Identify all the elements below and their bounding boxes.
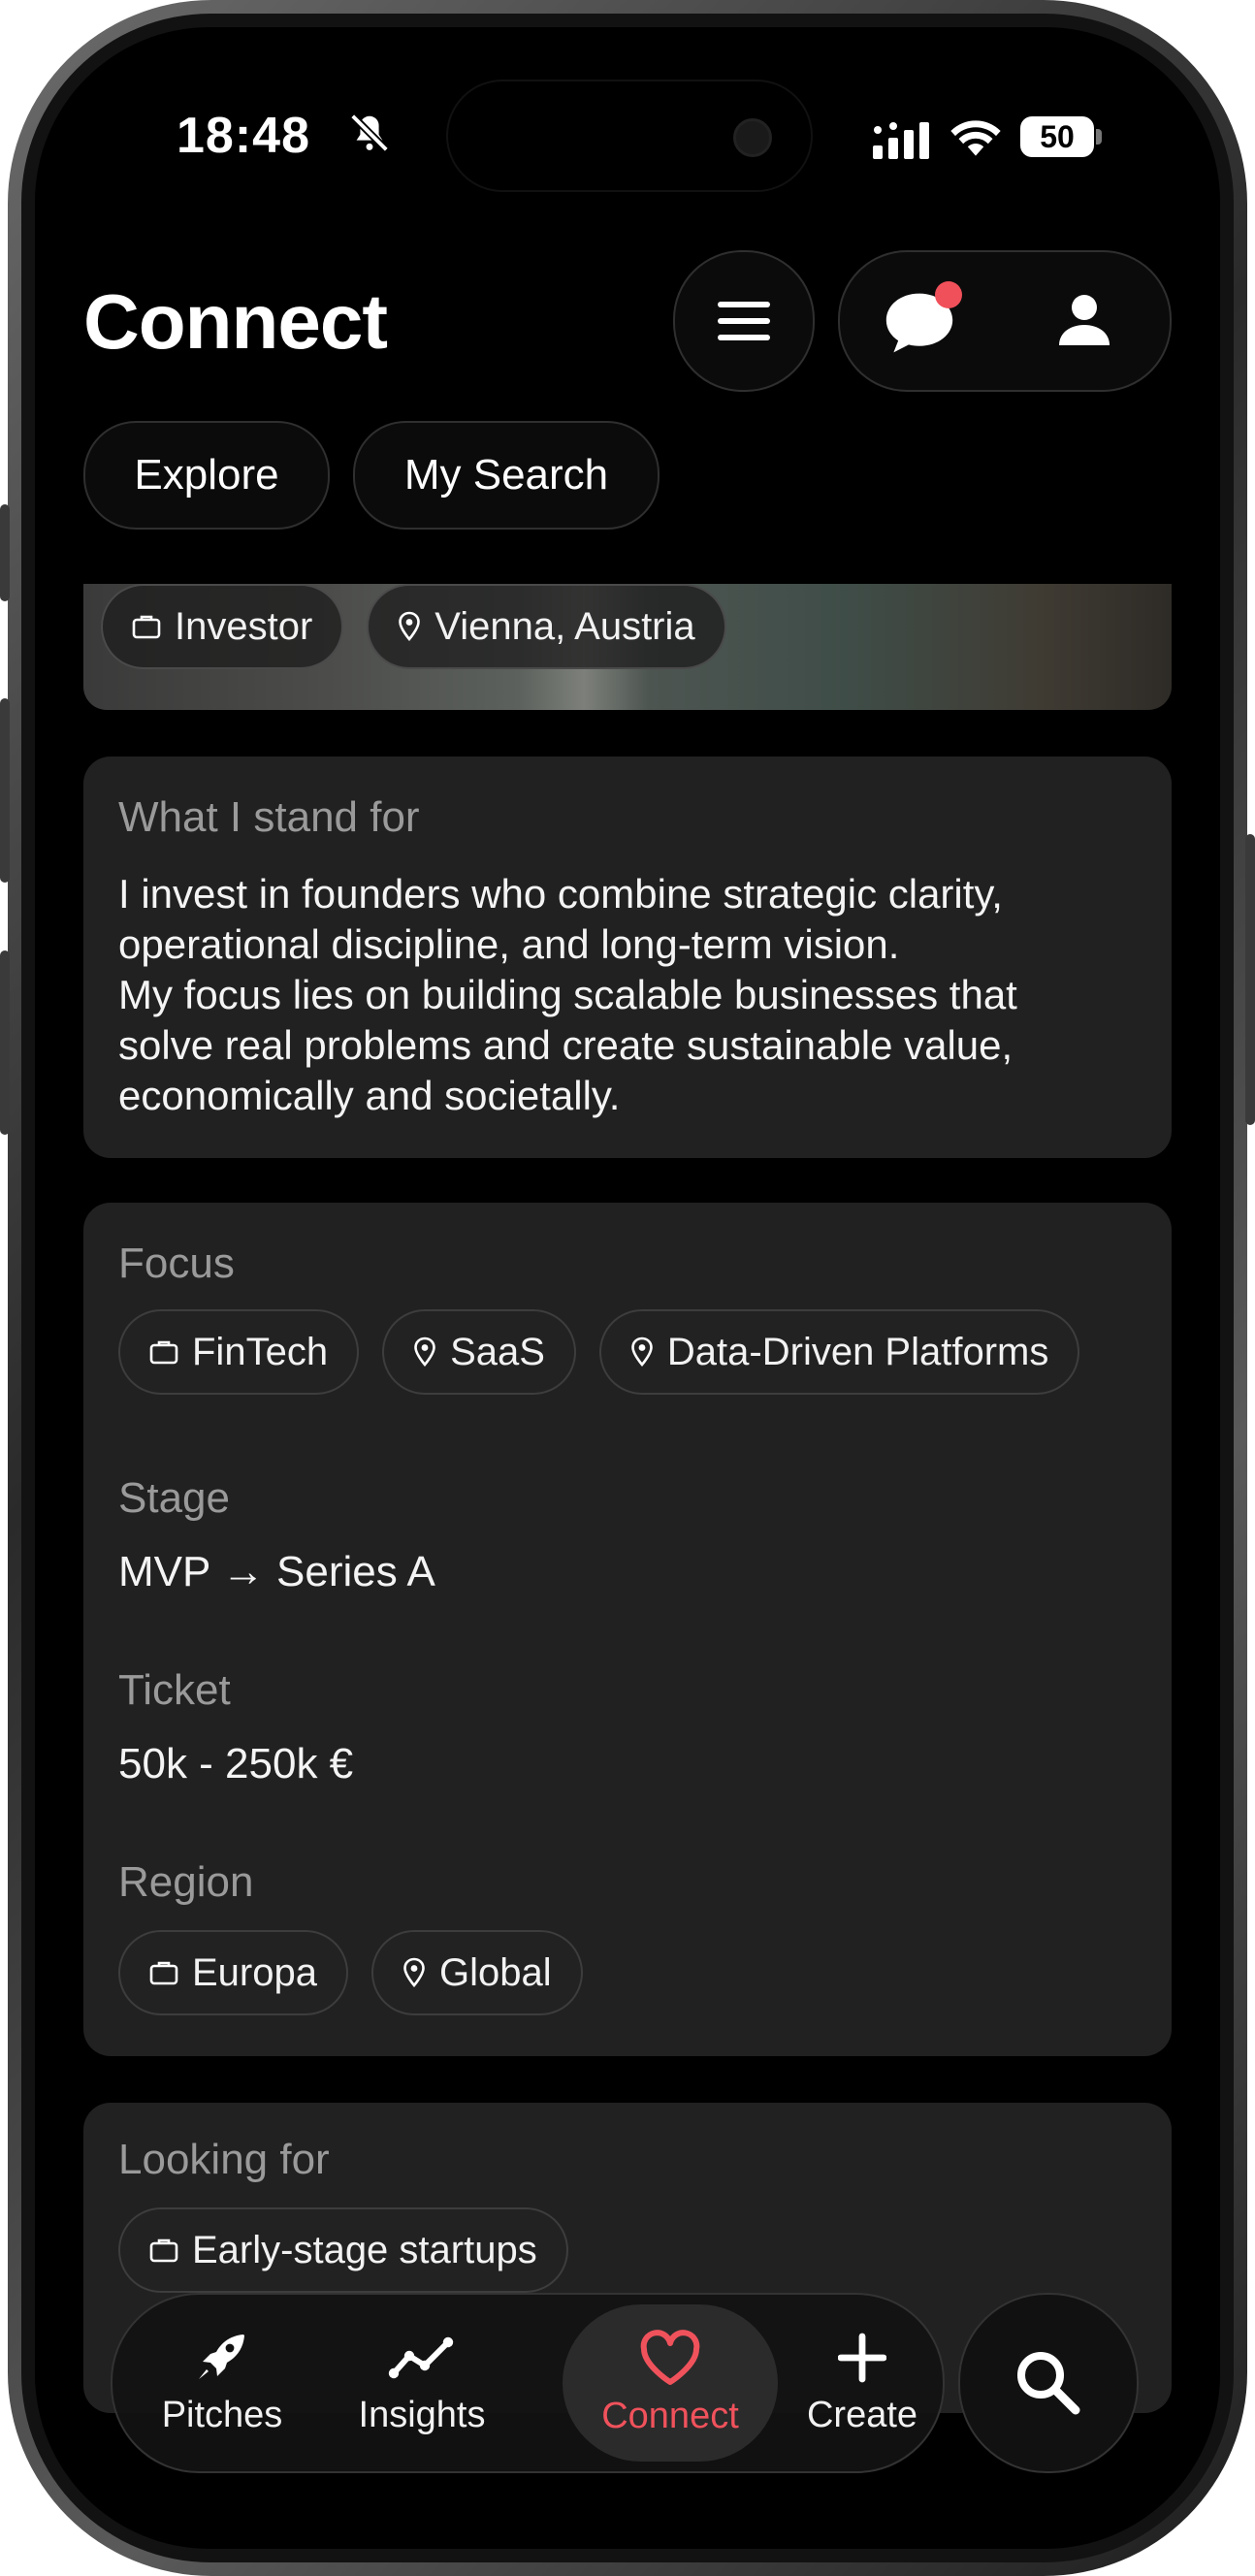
bell-off-icon xyxy=(350,113,389,152)
nav-item-insights[interactable]: Insights xyxy=(332,2295,512,2471)
battery-level: 50 xyxy=(1020,116,1094,157)
bottom-nav: Pitches Insights Connect Create xyxy=(111,2293,945,2473)
focus-label: Focus xyxy=(118,1240,235,1287)
looking-for-tag[interactable]: Early-stage startups xyxy=(118,2207,568,2293)
plus-icon xyxy=(838,2333,886,2382)
stand-for-label: What I stand for xyxy=(118,793,420,841)
ticket-label: Ticket xyxy=(118,1666,231,1714)
status-bar: 18:48 50 xyxy=(35,27,1220,192)
nav-item-create[interactable]: Create xyxy=(782,2295,943,2471)
nav-item-pitches[interactable]: Pitches xyxy=(132,2295,312,2471)
user-profile-icon[interactable] xyxy=(1055,291,1113,349)
ticket-value: 50k - 250k € xyxy=(118,1740,354,1787)
briefcase-icon xyxy=(149,1961,178,1985)
nav-label: Connect xyxy=(601,2395,739,2436)
focus-tag-label: SaaS xyxy=(450,1330,545,1373)
map-pin-icon xyxy=(399,611,421,641)
looking-for-tag-label: Early-stage startups xyxy=(192,2228,537,2271)
volume-down-button xyxy=(0,950,10,1135)
stage-label: Stage xyxy=(118,1474,230,1522)
heart-icon xyxy=(640,2329,700,2385)
role-tag-label: Investor xyxy=(175,604,313,648)
profile-cover-image: Investor Vienna, Austria xyxy=(83,584,1172,710)
screen: 18:48 50 Connect Explore My Search Inves… xyxy=(35,27,1220,2549)
region-tags: Europa Global xyxy=(118,1930,583,2015)
region-label: Region xyxy=(118,1858,254,1906)
stand-for-text: I invest in founders who combine strateg… xyxy=(118,869,1146,1121)
location-tag-label: Vienna, Austria xyxy=(434,604,695,648)
briefcase-icon xyxy=(132,615,161,639)
tab-my-search[interactable]: My Search xyxy=(353,421,660,530)
page-title: Connect xyxy=(83,278,388,365)
signal-icon xyxy=(873,122,929,159)
map-pin-icon xyxy=(403,1957,425,1987)
stand-for-line: operational discipline, and long-term vi… xyxy=(118,921,900,967)
focus-tag[interactable]: Data-Driven Platforms xyxy=(598,1309,1080,1395)
stand-for-card: What I stand for I invest in founders wh… xyxy=(83,757,1172,1158)
briefcase-icon xyxy=(149,1340,178,1365)
action-button xyxy=(0,504,10,601)
focus-tag-label: FinTech xyxy=(192,1330,329,1373)
map-pin-icon xyxy=(414,1336,435,1367)
briefcase-icon xyxy=(149,2238,178,2263)
region-tag[interactable]: Global xyxy=(370,1930,583,2015)
line-chart-icon xyxy=(388,2336,454,2378)
hamburger-menu-icon xyxy=(718,302,770,340)
camera-icon xyxy=(733,118,772,157)
search-button[interactable] xyxy=(958,2293,1139,2473)
role-tag: Investor xyxy=(101,584,344,669)
location-tag: Vienna, Austria xyxy=(367,584,726,669)
focus-tag-label: Data-Driven Platforms xyxy=(666,1330,1049,1373)
header-actions xyxy=(838,250,1172,392)
menu-button[interactable] xyxy=(673,250,815,392)
stand-for-line: economically and societally. xyxy=(118,1073,621,1118)
focus-tag[interactable]: FinTech xyxy=(118,1309,360,1395)
volume-up-button xyxy=(0,698,10,883)
focus-tags: FinTech SaaS Data-Driven Platforms xyxy=(118,1309,1080,1395)
map-pin-icon xyxy=(631,1336,653,1367)
nav-label: Pitches xyxy=(161,2394,283,2435)
notification-dot xyxy=(935,281,962,308)
status-time: 18:48 xyxy=(177,108,310,164)
tab-explore[interactable]: Explore xyxy=(83,421,330,530)
stand-for-line: I invest in founders who combine strateg… xyxy=(118,871,1003,917)
rocket-icon xyxy=(199,2334,244,2379)
stand-for-line: My focus lies on building scalable busin… xyxy=(118,972,1017,1017)
power-button xyxy=(1245,834,1255,1125)
looking-for-label: Looking for xyxy=(118,2136,330,2183)
battery-indicator: 50 xyxy=(1020,116,1102,157)
nav-label: Insights xyxy=(358,2394,486,2435)
nav-label: Create xyxy=(806,2394,918,2435)
search-icon xyxy=(1017,2352,1080,2415)
nav-item-connect[interactable]: Connect xyxy=(563,2304,778,2462)
investor-details-card: Focus FinTech SaaS Data-Driven Platforms… xyxy=(83,1203,1172,2056)
stand-for-line: solve real problems and create sustainab… xyxy=(118,1022,1014,1068)
region-tag-label: Europa xyxy=(192,1950,317,1994)
dynamic-island xyxy=(446,80,813,192)
region-tag[interactable]: Europa xyxy=(118,1930,348,2015)
focus-tag[interactable]: SaaS xyxy=(382,1309,576,1395)
looking-for-tags: Early-stage startups xyxy=(118,2207,568,2293)
stage-value: MVP → Series A xyxy=(118,1548,435,1595)
wifi-icon xyxy=(950,120,1001,156)
region-tag-label: Global xyxy=(438,1950,552,1994)
